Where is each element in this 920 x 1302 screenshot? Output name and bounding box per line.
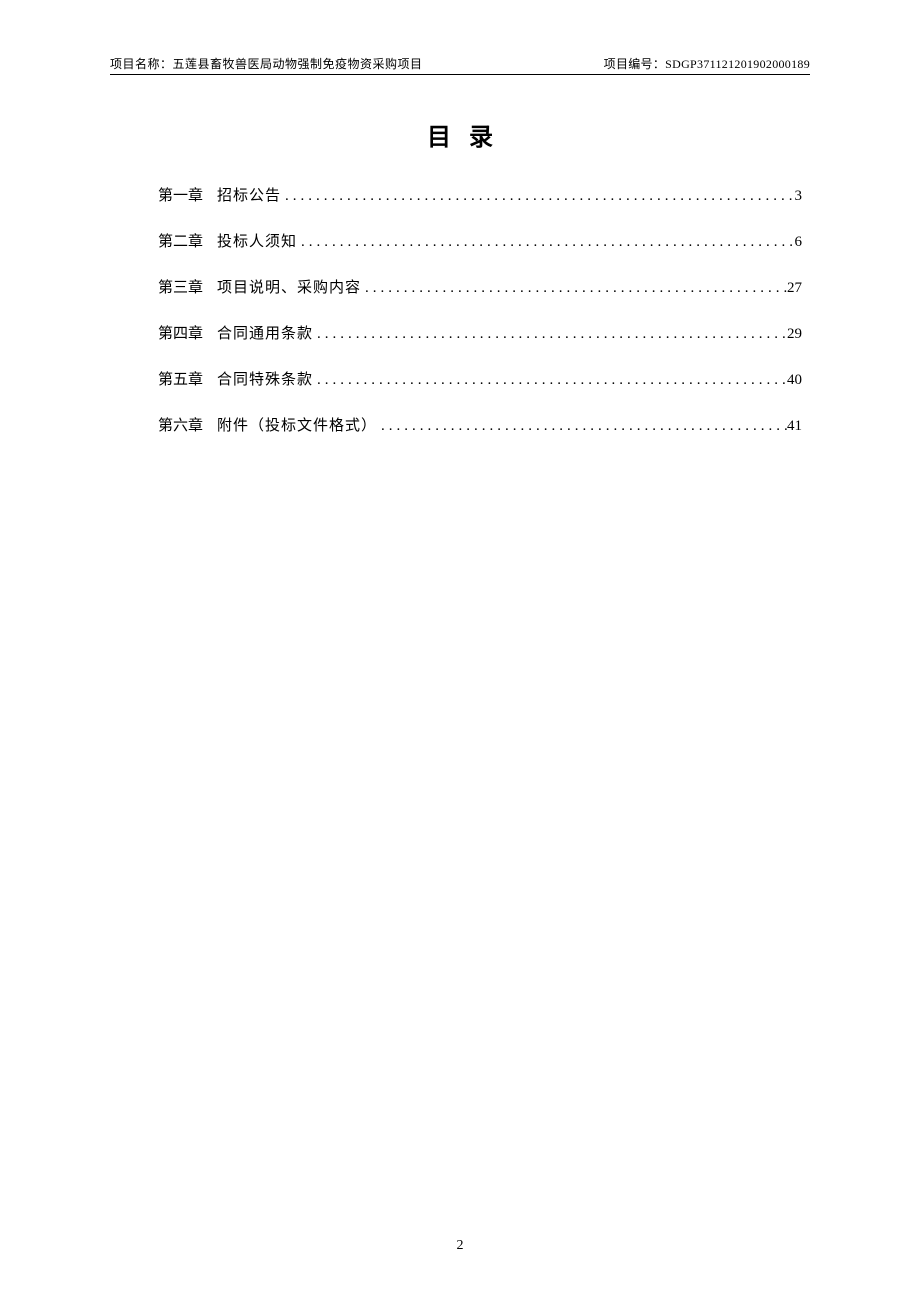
toc-page: 29 [787,326,802,343]
toc-page: 3 [795,188,803,205]
toc-dots [377,418,787,435]
toc-list: 第一章 招标公告 3 第二章 投标人须知 6 第三章 项目说明、采购内容 27 … [110,184,810,435]
toc-name: 合同通用条款 [217,322,313,343]
code-label: 项目编号： [604,57,666,71]
header-row: 项目名称：五莲县畜牧兽医局动物强制免疫物资采购项目 项目编号：SDGP37112… [110,55,810,75]
toc-page: 6 [795,234,803,251]
page-number: 2 [0,1238,920,1254]
toc-name: 项目说明、采购内容 [217,276,361,297]
toc-chapter: 第一章 [158,184,203,205]
toc-entry-6: 第六章 附件（投标文件格式） 41 [158,414,802,435]
toc-chapter: 第六章 [158,414,203,435]
code-value: SDGP371121201902000189 [665,57,810,71]
toc-entry-3: 第三章 项目说明、采购内容 27 [158,276,802,297]
toc-name: 投标人须知 [217,230,297,251]
toc-page: 41 [787,418,802,435]
toc-dots [313,326,787,343]
toc-name: 合同特殊条款 [217,368,313,389]
toc-chapter: 第四章 [158,322,203,343]
toc-entry-5: 第五章 合同特殊条款 40 [158,368,802,389]
toc-entry-2: 第二章 投标人须知 6 [158,230,802,251]
toc-chapter: 第二章 [158,230,203,251]
toc-name: 招标公告 [217,184,281,205]
header-project: 项目名称：五莲县畜牧兽医局动物强制免疫物资采购项目 [110,55,423,72]
toc-dots [281,188,794,205]
toc-entry-1: 第一章 招标公告 3 [158,184,802,205]
toc-title: 目录 [110,117,810,152]
toc-dots [297,234,794,251]
header-code: 项目编号：SDGP371121201902000189 [604,55,810,72]
toc-page: 27 [787,280,802,297]
project-label: 项目名称： [110,57,173,71]
document-page: 项目名称：五莲县畜牧兽医局动物强制免疫物资采购项目 项目编号：SDGP37112… [0,0,920,1302]
toc-entry-4: 第四章 合同通用条款 29 [158,322,802,343]
project-name: 五莲县畜牧兽医局动物强制免疫物资采购项目 [173,57,423,71]
toc-name: 附件（投标文件格式） [217,414,377,435]
toc-chapter: 第三章 [158,276,203,297]
toc-dots [313,372,787,389]
toc-page: 40 [787,372,802,389]
toc-dots [361,280,787,297]
toc-chapter: 第五章 [158,368,203,389]
